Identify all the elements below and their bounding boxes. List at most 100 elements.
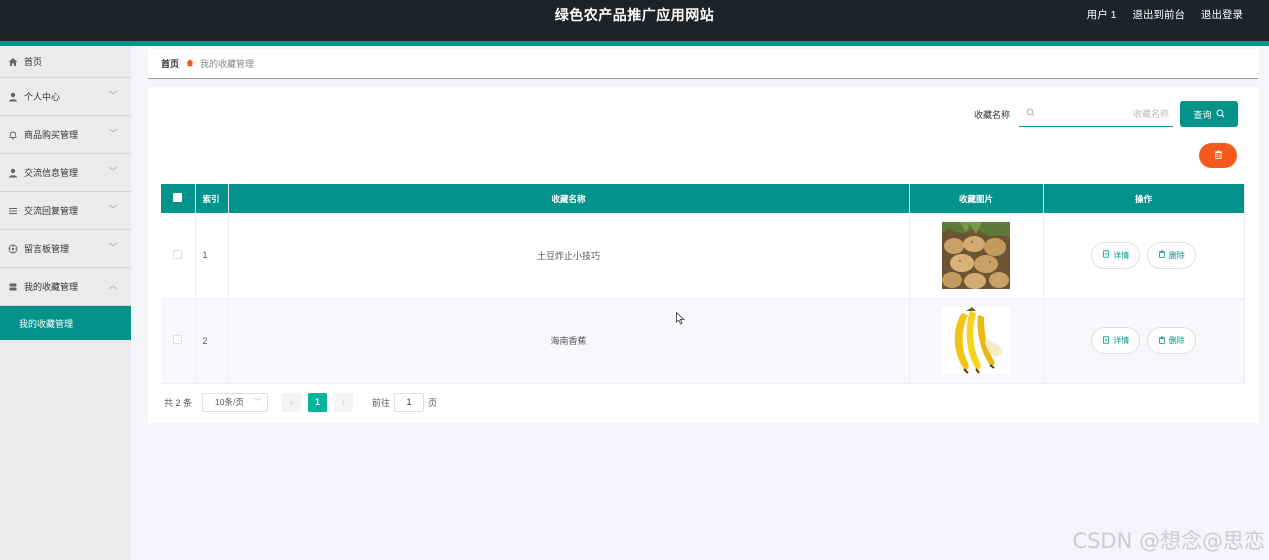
chevron-down-icon: ﹀ <box>254 399 262 406</box>
potatoes-image <box>942 221 1010 289</box>
breadcrumb-current: 我的收藏管理 <box>200 59 255 69</box>
detail-button[interactable]: 详情 <box>1091 241 1141 269</box>
trash-icon <box>1158 250 1166 260</box>
sidebar-item-label: 交流信息管理 <box>24 168 79 178</box>
delete-button-label: 删除 <box>1168 250 1185 260</box>
chevron-down-icon: ﹀ <box>109 243 117 252</box>
table-row: 2 海南香蕉 详情 删除 <box>161 298 1245 384</box>
goto-label: 前往 <box>372 397 391 408</box>
row-actions-cell: 详情 删除 <box>1043 298 1245 384</box>
page-number-button[interactable]: 1 <box>308 392 328 412</box>
chevron-down-icon: ﹀ <box>109 129 117 138</box>
select-all-cell[interactable] <box>161 184 196 213</box>
page-size-select[interactable]: 10条/页 ﹀ <box>202 392 269 412</box>
sidebar-item-my-favorites[interactable]: 我的收藏管理 ︿ <box>0 268 131 306</box>
search-input[interactable] <box>1039 105 1169 123</box>
batch-delete-button[interactable] <box>1199 143 1237 168</box>
house-separator-icon <box>186 58 194 69</box>
pagination-total: 共 2 条 <box>164 397 193 408</box>
page-size-value: 10条/页 <box>215 397 244 407</box>
pagination: 共 2 条 10条/页 ﹀ ‹ 1 › 前往 页 <box>164 392 437 412</box>
row-name: 海南香蕉 <box>228 298 910 384</box>
main-panel: 收藏名称 查询 索引 收藏名称 收藏图片 操作 <box>148 87 1258 423</box>
sidebar-item-goods-purchase[interactable]: 商品购买管理 ﹀ <box>0 116 131 154</box>
sidebar-item-message-board[interactable]: 留言板管理 ﹀ <box>0 230 131 268</box>
row-select-cell[interactable] <box>161 298 196 384</box>
site-title: 绿色农产品推广应用网站 <box>554 7 715 23</box>
user-icon <box>7 167 19 179</box>
sidebar: 首页 个人中心 ﹀ 商品购买管理 ﹀ 交流信息管理 ﹀ 交流回复管理 ﹀ 留言板… <box>0 46 131 560</box>
sidebar-subitem-my-favorites[interactable]: 我的收藏管理 <box>0 306 131 340</box>
chevron-left-icon: ‹ <box>290 397 294 407</box>
search-icon <box>1026 108 1035 119</box>
trash-icon <box>1158 335 1166 346</box>
column-header-image: 收藏图片 <box>909 184 1044 213</box>
document-icon <box>1102 250 1110 260</box>
row-checkbox[interactable] <box>173 249 183 259</box>
sidebar-item-exchange-reply[interactable]: 交流回复管理 ﹀ <box>0 192 131 230</box>
sidebar-item-label: 首页 <box>24 57 43 67</box>
prev-page-button[interactable]: ‹ <box>282 392 302 412</box>
goto-suffix: 页 <box>428 397 438 408</box>
row-actions-cell: 详情 删除 <box>1043 213 1245 299</box>
select-all-checkbox[interactable] <box>173 193 183 202</box>
list-icon <box>7 205 19 217</box>
bananas-image <box>942 307 1010 374</box>
favorites-table: 索引 收藏名称 收藏图片 操作 1 土豆炸止小技巧 详情 删除 2 海南香蕉 详… <box>161 184 1245 384</box>
row-index: 2 <box>195 298 229 384</box>
delete-button[interactable]: 删除 <box>1146 327 1196 354</box>
column-header-name: 收藏名称 <box>228 184 910 213</box>
row-image-cell <box>909 298 1044 384</box>
mouse-cursor-icon <box>676 311 685 327</box>
row-checkbox[interactable] <box>173 335 183 344</box>
trash-icon <box>1214 150 1223 161</box>
chevron-down-icon: ﹀ <box>109 205 117 214</box>
sidebar-item-label: 留言板管理 <box>24 244 70 254</box>
logout-link[interactable]: 退出登录 <box>1201 0 1243 30</box>
document-icon <box>1102 335 1110 346</box>
row-name: 土豆炸止小技巧 <box>228 213 910 299</box>
search-label: 收藏名称 <box>974 110 1011 120</box>
sidebar-item-label: 商品购买管理 <box>24 130 79 140</box>
sidebar-item-exchange-info[interactable]: 交流信息管理 ﹀ <box>0 154 131 192</box>
chevron-down-icon: ﹀ <box>109 167 117 176</box>
chevron-up-icon: ︿ <box>109 281 117 290</box>
sidebar-item-home[interactable]: 首页 <box>0 46 131 78</box>
goto-page-input[interactable] <box>394 392 425 412</box>
column-header-index: 索引 <box>195 184 229 213</box>
back-to-front-link[interactable]: 退出到前台 <box>1133 0 1186 30</box>
query-button-label: 查询 <box>1193 109 1212 120</box>
home-icon <box>7 56 19 68</box>
watermark: CSDN @想念@思恋 <box>1072 529 1265 553</box>
table-header-row: 索引 收藏名称 收藏图片 操作 <box>161 184 1245 213</box>
row-select-cell[interactable] <box>161 213 196 299</box>
detail-button[interactable]: 详情 <box>1091 327 1141 354</box>
table-row: 1 土豆炸止小技巧 详情 删除 <box>161 213 1245 299</box>
chevron-down-icon: ﹀ <box>109 91 117 100</box>
breadcrumb-home[interactable]: 首页 <box>161 57 179 70</box>
stack-icon <box>7 281 19 293</box>
search-field <box>1019 101 1173 127</box>
top-header: 绿色农产品推广应用网站 用户 1 退出到前台 退出登录 <box>0 0 1269 41</box>
header-accent-line <box>0 41 1269 46</box>
user-name[interactable]: 用户 1 <box>1087 0 1117 30</box>
detail-button-label: 详情 <box>1113 336 1130 345</box>
user-icon <box>7 91 19 103</box>
breadcrumb: 首页 我的收藏管理 <box>148 49 1258 79</box>
row-image-cell <box>909 213 1044 299</box>
query-button[interactable]: 查询 <box>1180 101 1238 127</box>
detail-button-label: 详情 <box>1113 250 1130 260</box>
top-links: 用户 1 退出到前台 退出登录 <box>1087 0 1243 30</box>
sidebar-item-personal-center[interactable]: 个人中心 ﹀ <box>0 78 131 116</box>
dial-icon <box>7 243 19 255</box>
delete-button[interactable]: 删除 <box>1146 241 1196 269</box>
chevron-right-icon: › <box>342 397 346 407</box>
row-index: 1 <box>195 213 229 299</box>
next-page-button[interactable]: › <box>334 392 354 412</box>
sidebar-item-label: 我的收藏管理 <box>24 282 79 292</box>
search-icon <box>1215 108 1225 120</box>
delete-button-label: 删除 <box>1168 336 1185 345</box>
sidebar-item-label: 交流回复管理 <box>24 206 79 216</box>
column-header-actions: 操作 <box>1043 184 1245 213</box>
sidebar-item-label: 个人中心 <box>24 92 61 102</box>
